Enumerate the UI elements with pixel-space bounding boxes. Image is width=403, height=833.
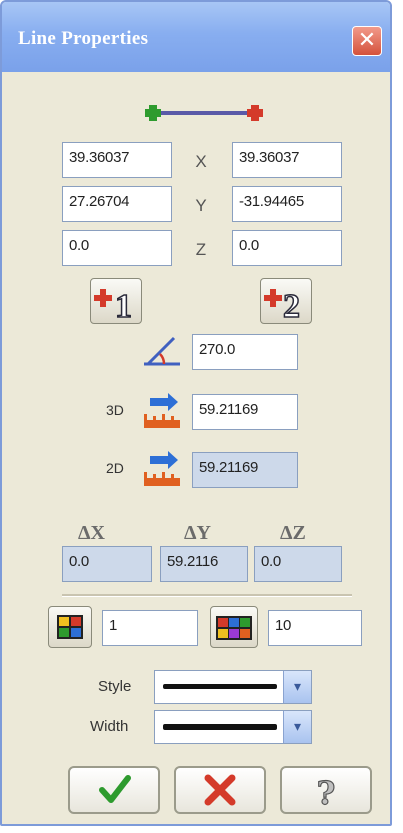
color-grid-icon xyxy=(216,616,252,640)
end-z-field[interactable]: 0.0 xyxy=(232,230,342,266)
start-layer-field[interactable]: 1 xyxy=(102,610,198,646)
chevron-down-icon: ▾ xyxy=(293,719,302,735)
help-glyph: ? xyxy=(317,774,336,812)
end-layer-field[interactable]: 10 xyxy=(268,610,362,646)
line-width-select[interactable]: ▾ xyxy=(154,710,312,744)
delta-x-label: ΔX xyxy=(78,522,105,544)
title-bar[interactable]: Line Properties ✕ xyxy=(2,2,390,72)
z-axis-label: Z xyxy=(195,240,207,259)
help-question-icon: ? xyxy=(316,773,336,812)
length-2d-icon xyxy=(144,451,180,486)
checkmark-icon xyxy=(99,775,131,803)
chevron-down-icon: ▾ xyxy=(293,679,302,695)
end-x-field[interactable]: 39.36037 xyxy=(232,142,342,178)
pick-end-point-button[interactable]: 2 xyxy=(260,278,312,324)
pick-start-label: 1 xyxy=(115,288,132,323)
delta-y-field: 59.2116 xyxy=(160,546,248,582)
line-style-select[interactable]: ▾ xyxy=(154,670,312,704)
window-title: Line Properties xyxy=(18,28,149,49)
delta-y-label: ΔY xyxy=(184,522,211,544)
start-z-field[interactable]: 0.0 xyxy=(62,230,172,266)
delta-z-field: 0.0 xyxy=(254,546,342,582)
style-dropdown-arrow[interactable]: ▾ xyxy=(283,671,311,703)
length-3d-icon xyxy=(144,393,180,428)
help-button[interactable]: ? xyxy=(280,766,372,814)
width-label: Width xyxy=(90,718,129,735)
style-label: Style xyxy=(98,678,132,695)
end-layer-button[interactable] xyxy=(210,606,258,648)
width-dropdown-arrow[interactable]: ▾ xyxy=(283,711,311,743)
style-preview-line xyxy=(163,684,277,689)
pick-point-2-icon: 2 xyxy=(264,287,301,323)
end-y-field[interactable]: -31.94465 xyxy=(232,186,342,222)
ok-button[interactable] xyxy=(68,766,160,814)
close-icon: ✕ xyxy=(357,28,377,53)
pick-start-point-button[interactable]: 1 xyxy=(90,278,142,324)
close-button[interactable]: ✕ xyxy=(352,26,382,56)
length-3d-field: 59.21169 xyxy=(192,394,298,430)
start-x-field[interactable]: 39.36037 xyxy=(62,142,172,178)
pick-end-label: 2 xyxy=(283,288,300,323)
y-axis-label: Y xyxy=(195,196,207,215)
angle-field[interactable]: 270.0 xyxy=(192,334,298,370)
delta-z-label: ΔZ xyxy=(280,522,306,544)
delta-x-field: 0.0 xyxy=(62,546,152,582)
width-preview-line xyxy=(163,724,277,730)
dialog-body: 39.36037 27.26704 0.0 X Y Z 39.36037 -31… xyxy=(2,72,390,824)
start-y-field[interactable]: 27.26704 xyxy=(62,186,172,222)
start-layer-button[interactable] xyxy=(48,606,92,648)
pick-point-1-icon: 1 xyxy=(94,287,133,323)
length-2d-field: 59.21169 xyxy=(192,452,298,488)
cancel-x-icon xyxy=(204,774,236,806)
x-axis-label: X xyxy=(195,152,207,171)
cancel-button[interactable] xyxy=(174,766,266,814)
separator xyxy=(62,594,352,597)
length-2d-label: 2D xyxy=(106,460,124,476)
angle-icon xyxy=(144,336,180,366)
length-3d-label: 3D xyxy=(106,402,124,418)
line-properties-dialog: Line Properties ✕ 39.36037 27.26704 0.0 … xyxy=(0,0,392,826)
line-endpoints-icon xyxy=(145,105,263,121)
layer-grid-icon xyxy=(57,615,83,639)
